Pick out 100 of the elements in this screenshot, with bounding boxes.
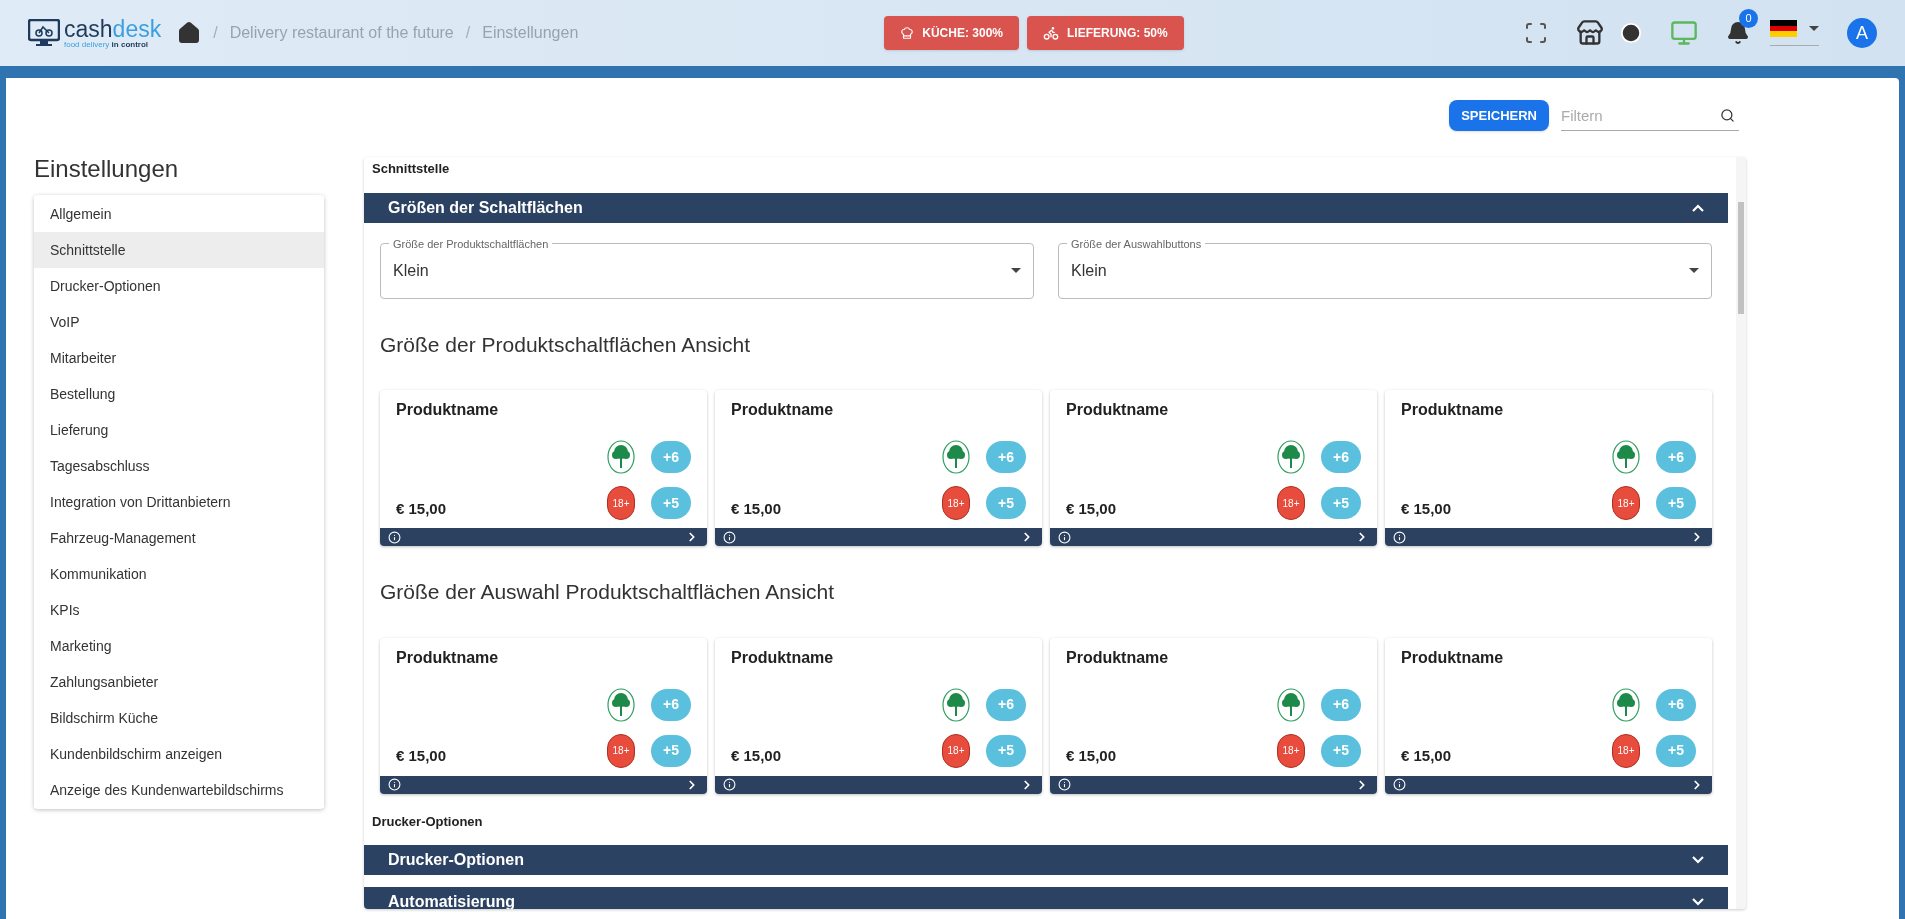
- sidebar-item[interactable]: Integration von Drittanbietern: [34, 484, 324, 520]
- sidebar-item[interactable]: Kundenbildschirm anzeigen: [34, 736, 324, 772]
- accordion-header[interactable]: Drucker-Optionen: [364, 845, 1728, 875]
- age-badge: 18+: [607, 733, 635, 768]
- tree-icon: [1612, 687, 1640, 722]
- product-name: Produktname: [731, 400, 835, 420]
- sidebar-item[interactable]: Drucker-Optionen: [34, 268, 324, 304]
- sidebar-item[interactable]: Allgemein: [34, 196, 324, 232]
- status-button[interactable]: LIEFERUNG: 50%: [1027, 16, 1184, 50]
- sidebar-item[interactable]: Anzeige des Kundenwartebildschirms: [34, 772, 324, 808]
- sidebar-item[interactable]: Fahrzeug-Management: [34, 520, 324, 556]
- count-pill: +5: [1321, 487, 1361, 519]
- info-icon[interactable]: [1058, 778, 1071, 791]
- product-card[interactable]: Produktname € 15,00 +6 18+ +5: [715, 390, 1042, 546]
- chevron-up-icon: [1692, 203, 1704, 212]
- chevron-down-icon: [1692, 856, 1704, 864]
- info-icon[interactable]: [1393, 778, 1406, 791]
- product-card[interactable]: Produktname € 15,00 +6 18+ +5: [1385, 390, 1712, 546]
- tree-icon: [607, 687, 635, 722]
- info-icon[interactable]: [388, 778, 401, 791]
- product-card[interactable]: Produktname € 15,00 +6 18+ +5: [380, 390, 707, 546]
- age-badge: 18+: [1277, 486, 1305, 520]
- count-pill: +6: [986, 441, 1026, 473]
- search-icon: [1720, 108, 1735, 123]
- status-button[interactable]: KÜCHE: 300%: [884, 16, 1019, 50]
- count-pill: +6: [1321, 441, 1361, 473]
- info-icon[interactable]: [723, 778, 736, 791]
- count-pill: +5: [1321, 734, 1361, 767]
- product-name: Produktname: [1066, 400, 1170, 420]
- accordion-header[interactable]: Größen der Schaltflächen: [364, 192, 1728, 223]
- product-card[interactable]: Produktname € 15,00 +6 18+ +5: [1385, 637, 1712, 794]
- chevron-down-icon: [1692, 898, 1704, 906]
- age-badge: 18+: [607, 486, 635, 520]
- sidebar-item[interactable]: Tagesabschluss: [34, 448, 324, 484]
- count-pill: +6: [1321, 688, 1361, 721]
- count-pill: +5: [1656, 734, 1696, 767]
- sidebar-item[interactable]: Mitarbeiter: [34, 340, 324, 376]
- section-label: Schnittstelle: [371, 160, 451, 178]
- filter-field[interactable]: Filtern: [1561, 100, 1739, 131]
- product-name: Produktname: [1401, 400, 1505, 420]
- age-badge: 18+: [1277, 733, 1305, 768]
- store-icon[interactable]: [1576, 19, 1604, 47]
- age-badge: 18+: [1612, 733, 1640, 768]
- product-price: € 15,00: [1401, 498, 1453, 519]
- sidebar-item[interactable]: Lieferung: [34, 412, 324, 448]
- info-icon[interactable]: [1393, 530, 1406, 544]
- product-name: Produktname: [731, 647, 835, 668]
- count-pill: +6: [651, 688, 691, 721]
- home-icon[interactable]: [177, 21, 202, 45]
- sidebar-item[interactable]: Bildschirm Küche: [34, 700, 324, 736]
- info-icon[interactable]: [723, 530, 736, 544]
- count-pill: +6: [1656, 688, 1696, 721]
- tree-icon: [1612, 440, 1640, 474]
- breadcrumb-separator: /: [465, 23, 471, 43]
- dropdown-caret-icon: [1689, 268, 1699, 273]
- count-pill: +5: [651, 487, 691, 519]
- product-price: € 15,00: [396, 746, 448, 766]
- age-badge: 18+: [942, 733, 970, 768]
- bicycle-icon: [1043, 25, 1059, 41]
- product-name: Produktname: [396, 400, 500, 420]
- sidebar-item[interactable]: Zahlungsanbieter: [34, 664, 324, 700]
- age-badge: 18+: [1612, 486, 1640, 520]
- dropdown-caret-icon: [1809, 26, 1819, 31]
- german-flag-icon: [1770, 20, 1797, 37]
- age-badge: 18+: [942, 486, 970, 520]
- fullscreen-icon[interactable]: [1524, 21, 1548, 45]
- product-card[interactable]: Produktname € 15,00 +6 18+ +5: [1050, 637, 1377, 794]
- tree-icon: [942, 687, 970, 722]
- sidebar-item[interactable]: Bestellung: [34, 376, 324, 412]
- section-label: Drucker-Optionen: [371, 812, 484, 831]
- product-price: € 15,00: [1401, 746, 1453, 766]
- product-card[interactable]: Produktname € 15,00 +6 18+ +5: [715, 637, 1042, 794]
- count-pill: +6: [651, 441, 691, 473]
- sidebar-item[interactable]: Marketing: [34, 628, 324, 664]
- sidebar-item[interactable]: VoIP: [34, 304, 324, 340]
- sidebar-item[interactable]: KPIs: [34, 592, 324, 628]
- sidebar-item[interactable]: Kommunikation: [34, 556, 324, 592]
- product-price: € 15,00: [1066, 498, 1118, 519]
- tree-icon: [1277, 687, 1305, 722]
- save-button[interactable]: SPEICHERN: [1449, 100, 1549, 131]
- logo-tagline: food delivery in control: [64, 40, 150, 49]
- info-icon[interactable]: [388, 530, 401, 544]
- user-avatar[interactable]: A: [1847, 18, 1877, 48]
- product-name: Produktname: [396, 647, 500, 668]
- logo-wordmark: cashdesk: [64, 17, 162, 41]
- product-card[interactable]: Produktname € 15,00 +6 18+ +5: [1050, 390, 1377, 546]
- product-price: € 15,00: [396, 498, 448, 519]
- language-select[interactable]: [1770, 20, 1819, 46]
- tree-icon: [1277, 440, 1305, 474]
- chef-hat-icon: [900, 26, 915, 40]
- count-pill: +6: [986, 688, 1026, 721]
- info-icon[interactable]: [1058, 530, 1071, 544]
- count-pill: +5: [986, 734, 1026, 767]
- notification-bell-icon[interactable]: [1726, 21, 1750, 45]
- count-pill: +5: [986, 487, 1026, 519]
- preview-heading: Größe der Produktschaltflächen Ansicht: [380, 331, 752, 358]
- sidebar-item[interactable]: Schnittstelle: [34, 232, 324, 268]
- count-pill: +5: [651, 734, 691, 767]
- count-pill: +6: [1656, 441, 1696, 473]
- product-card[interactable]: Produktname € 15,00 +6 18+ +5: [380, 637, 707, 794]
